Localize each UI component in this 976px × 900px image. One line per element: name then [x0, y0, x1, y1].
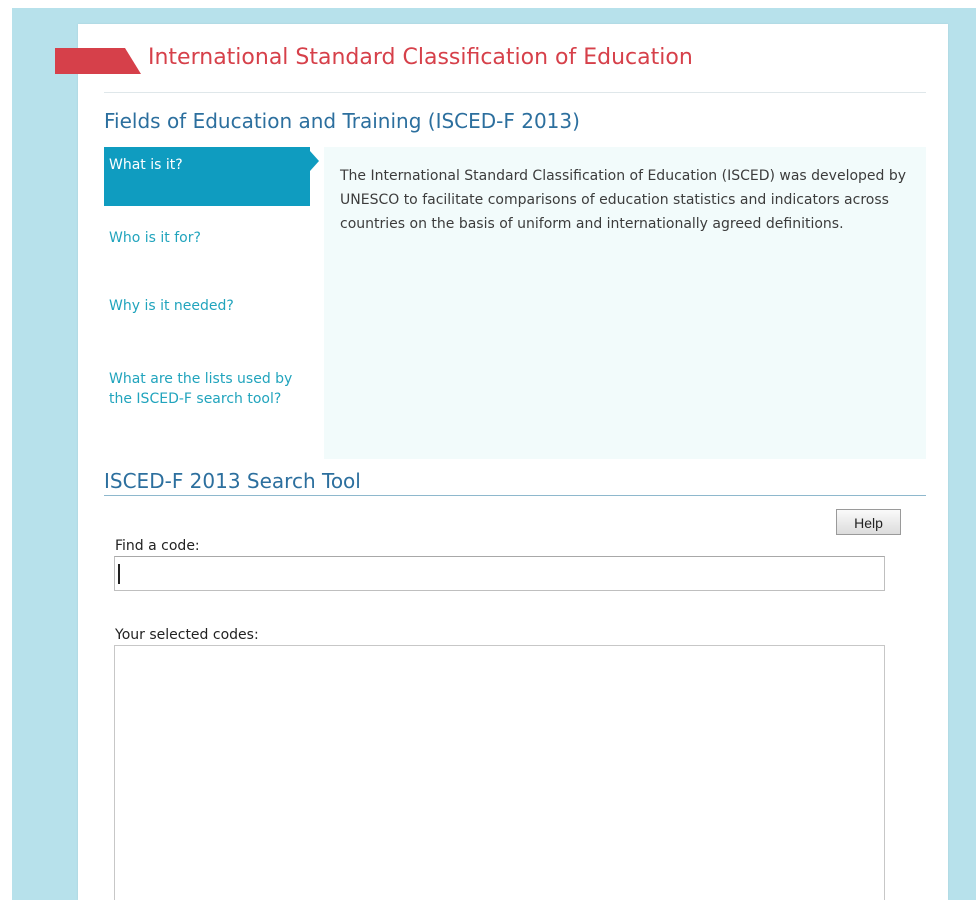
header-ribbon-icon	[55, 48, 141, 74]
help-button[interactable]: Help	[836, 509, 901, 535]
search-tool-title: ISCED-F 2013 Search Tool	[104, 469, 361, 493]
active-nav-arrow-icon	[310, 151, 319, 171]
nav-item-why-is-it-needed[interactable]: Why is it needed?	[104, 296, 310, 316]
find-code-label: Find a code:	[115, 538, 200, 554]
selected-codes-label: Your selected codes:	[115, 627, 259, 643]
search-tool-divider	[104, 495, 926, 496]
site-title: International Standard Classification of…	[148, 45, 693, 70]
find-code-input[interactable]	[114, 556, 885, 591]
screenshot-stage: International Standard Classification of…	[0, 0, 976, 900]
selected-codes-box[interactable]	[114, 645, 885, 900]
section-title: Fields of Education and Training (ISCED-…	[104, 109, 580, 133]
nav-item-who-is-it-for[interactable]: Who is it for?	[104, 228, 310, 248]
info-description: The International Standard Classificatio…	[340, 168, 907, 232]
input-caret	[118, 564, 120, 584]
nav-item-what-is-it[interactable]: What is it?	[104, 147, 310, 206]
header-divider	[104, 92, 926, 93]
nav-item-lists-used[interactable]: What are the lists used by the ISCED-F s…	[104, 369, 309, 409]
